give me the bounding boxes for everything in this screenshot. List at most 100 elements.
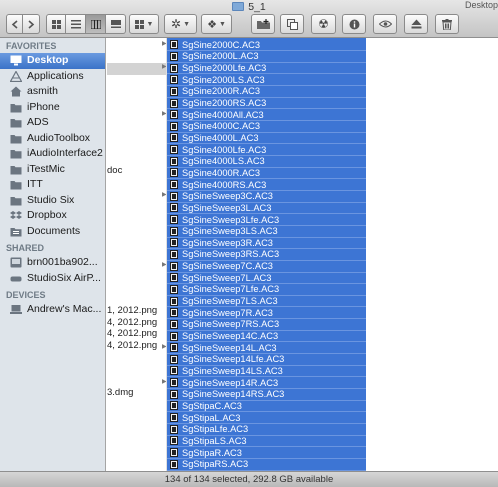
file-browser: ▶ ▶ ▶ ▶ ▶ ▶ ▶ doc 1, 2012.png 4, 2012.png 4, 2012.… — [107, 38, 498, 471]
ac3-file-icon — [170, 203, 178, 213]
file-row[interactable]: SgSine4000Lfe.AC3 — [167, 144, 366, 156]
icon-view-button[interactable] — [46, 14, 66, 34]
sidebar-item-studio-six[interactable]: Studio Six — [0, 193, 105, 209]
sidebar-item-shared-brn001ba902[interactable]: brn001ba902... — [0, 255, 105, 271]
back-button[interactable] — [6, 14, 23, 34]
file-row[interactable]: SgSineSweep14Lfe.AC3 — [167, 354, 366, 366]
parent-column-selected-row[interactable] — [107, 63, 166, 75]
file-name: SgSineSweep7Lfe.AC3 — [182, 284, 280, 295]
sidebar-item-iphone[interactable]: iPhone — [0, 100, 105, 116]
file-row[interactable]: SgSineSweep14L.AC3 — [167, 342, 366, 354]
sidebar-item-device-andrew-s-mac[interactable]: Andrew's Mac... — [0, 302, 105, 318]
coverflow-view-button[interactable] — [106, 14, 126, 34]
file-row[interactable]: SgStipaLfe.AC3 — [167, 423, 366, 435]
file-row[interactable]: SgSineSweep14LS.AC3 — [167, 365, 366, 377]
file-row[interactable]: SgSine2000RS.AC3 — [167, 97, 366, 109]
sidebar-item-label: Andrew's Mac... — [27, 303, 102, 315]
file-row[interactable]: SgSineSweep3R.AC3 — [167, 237, 366, 249]
file-row[interactable]: SgSine2000C.AC3 — [167, 39, 366, 51]
file-row[interactable]: SgSine4000LS.AC3 — [167, 156, 366, 168]
file-name: SgSineSweep14R.AC3 — [182, 377, 279, 388]
list-view-button[interactable] — [66, 14, 86, 34]
file-row[interactable]: SgSineSweep7C.AC3 — [167, 260, 366, 272]
file-row[interactable]: SgSineSweep7R.AC3 — [167, 307, 366, 319]
parent-column-item[interactable]: 3.dmg — [107, 387, 133, 398]
file-row[interactable]: SgSineSweep3L.AC3 — [167, 202, 366, 214]
column-view-button[interactable] — [86, 14, 106, 34]
dropbox-share-button[interactable]: ❖ ▼ — [201, 14, 232, 34]
file-row[interactable]: SgSineSweep14C.AC3 — [167, 330, 366, 342]
parent-column-item[interactable]: 4, 2012.png — [107, 340, 157, 351]
sidebar-item-itt[interactable]: ITT — [0, 177, 105, 193]
file-row[interactable]: SgSine2000L.AC3 — [167, 51, 366, 63]
parent-column-item[interactable]: 1, 2012.png — [107, 305, 157, 316]
parent-column-item[interactable]: doc — [107, 165, 122, 176]
documents-icon — [10, 226, 22, 237]
parent-column-item[interactable]: 4, 2012.png — [107, 317, 157, 328]
file-row[interactable]: SgStipaR.AC3 — [167, 447, 366, 459]
file-row[interactable]: SgSine4000All.AC3 — [167, 109, 366, 121]
file-name: SgSineSweep7R.AC3 — [182, 307, 273, 318]
file-name: SgStipaLS.AC3 — [182, 435, 247, 446]
file-row[interactable]: SgSine2000Lfe.AC3 — [167, 62, 366, 74]
file-row[interactable]: SgSineSweep7LS.AC3 — [167, 295, 366, 307]
file-row[interactable]: SgSineSweep14R.AC3 — [167, 377, 366, 389]
file-name: SgSineSweep7RS.AC3 — [182, 319, 280, 330]
applications-icon — [10, 70, 22, 82]
printer-server-icon — [10, 257, 22, 268]
sidebar-item-ads[interactable]: ADS — [0, 115, 105, 131]
quicklook-button[interactable] — [373, 14, 397, 34]
radioactive-button[interactable]: ☢ — [311, 14, 336, 34]
file-row[interactable]: SgStipaRS.AC3 — [167, 458, 366, 470]
sidebar-item-itestmic[interactable]: iTestMic — [0, 162, 105, 178]
file-row[interactable]: SgSine4000RS.AC3 — [167, 179, 366, 191]
folder-icon — [10, 179, 22, 190]
sidebar-item-asmith[interactable]: asmith — [0, 84, 105, 100]
ac3-file-icon — [170, 168, 178, 178]
file-row[interactable]: SgStipaL.AC3 — [167, 412, 366, 424]
file-row[interactable]: SgSine4000R.AC3 — [167, 167, 366, 179]
file-row[interactable]: SgSine2000R.AC3 — [167, 86, 366, 98]
action-button[interactable]: ✲ ▼ — [164, 14, 197, 34]
sidebar-item-desktop[interactable]: Desktop — [0, 53, 105, 69]
file-row[interactable]: SgStipaC.AC3 — [167, 400, 366, 412]
file-row[interactable]: SgSine4000L.AC3 — [167, 132, 366, 144]
sidebar-item-label: Desktop — [27, 54, 69, 66]
parent-column[interactable]: ▶ ▶ ▶ ▶ ▶ ▶ ▶ doc 1, 2012.png 4, 2012.png 4, 2012.… — [107, 38, 167, 471]
file-row[interactable]: SgSineSweep3C.AC3 — [167, 190, 366, 202]
file-row[interactable]: SgSineSweep3LS.AC3 — [167, 225, 366, 237]
file-column[interactable]: SgSine2000C.AC3 SgSine2000L.AC3 SgSine2000… — [167, 38, 498, 471]
file-name: SgSine4000LS.AC3 — [182, 156, 265, 167]
toolbar: ▼ ✲ ▼ ❖ ▼ ☢ — [0, 14, 498, 36]
dropbox-icon — [10, 211, 22, 220]
sidebar-item-label: iAudioInterface2 — [27, 147, 103, 159]
file-row[interactable]: SgSineSweep3RS.AC3 — [167, 249, 366, 261]
sidebar-item-applications[interactable]: Applications — [0, 69, 105, 85]
eject-button[interactable] — [404, 14, 428, 34]
forward-button[interactable] — [23, 14, 40, 34]
file-row[interactable]: SgSineSweep7Lfe.AC3 — [167, 284, 366, 296]
sidebar-item-dropbox[interactable]: Dropbox — [0, 208, 105, 224]
file-row[interactable]: SgSineSweep7RS.AC3 — [167, 319, 366, 331]
file-row[interactable]: SgSine4000C.AC3 — [167, 121, 366, 133]
parent-column-item[interactable]: 4, 2012.png — [107, 328, 157, 339]
file-row[interactable]: SgSineSweep3Lfe.AC3 — [167, 214, 366, 226]
file-row[interactable]: SgSineSweep7L.AC3 — [167, 272, 366, 284]
title-bar[interactable]: 5_1 Desktop ▼ ✲ ▼ ❖ ▼ ☢ — [0, 0, 498, 38]
sidebar-item-shared-studiosix-airp[interactable]: StudioSix AirP... — [0, 271, 105, 287]
file-name: SgStipaR.AC3 — [182, 447, 242, 458]
trash-button[interactable] — [435, 14, 459, 34]
info-button[interactable] — [342, 14, 366, 34]
sidebar-item-iaudiointerface2[interactable]: iAudioInterface2 — [0, 146, 105, 162]
file-name: SgSineSweep14L.AC3 — [182, 342, 277, 353]
file-row[interactable]: SgSine2000LS.AC3 — [167, 74, 366, 86]
ac3-file-icon — [170, 51, 178, 61]
file-row[interactable]: SgSineSweep14RS.AC3 — [167, 389, 366, 401]
new-folder-button[interactable] — [251, 14, 275, 34]
sidebar-item-documents[interactable]: Documents — [0, 224, 105, 240]
file-row[interactable]: SgStipaLS.AC3 — [167, 435, 366, 447]
sidebar-item-audiotoolbox[interactable]: AudioToolbox — [0, 131, 105, 147]
arrange-button[interactable]: ▼ — [129, 14, 159, 34]
copy-button[interactable] — [280, 14, 304, 34]
trash-icon — [442, 18, 452, 30]
